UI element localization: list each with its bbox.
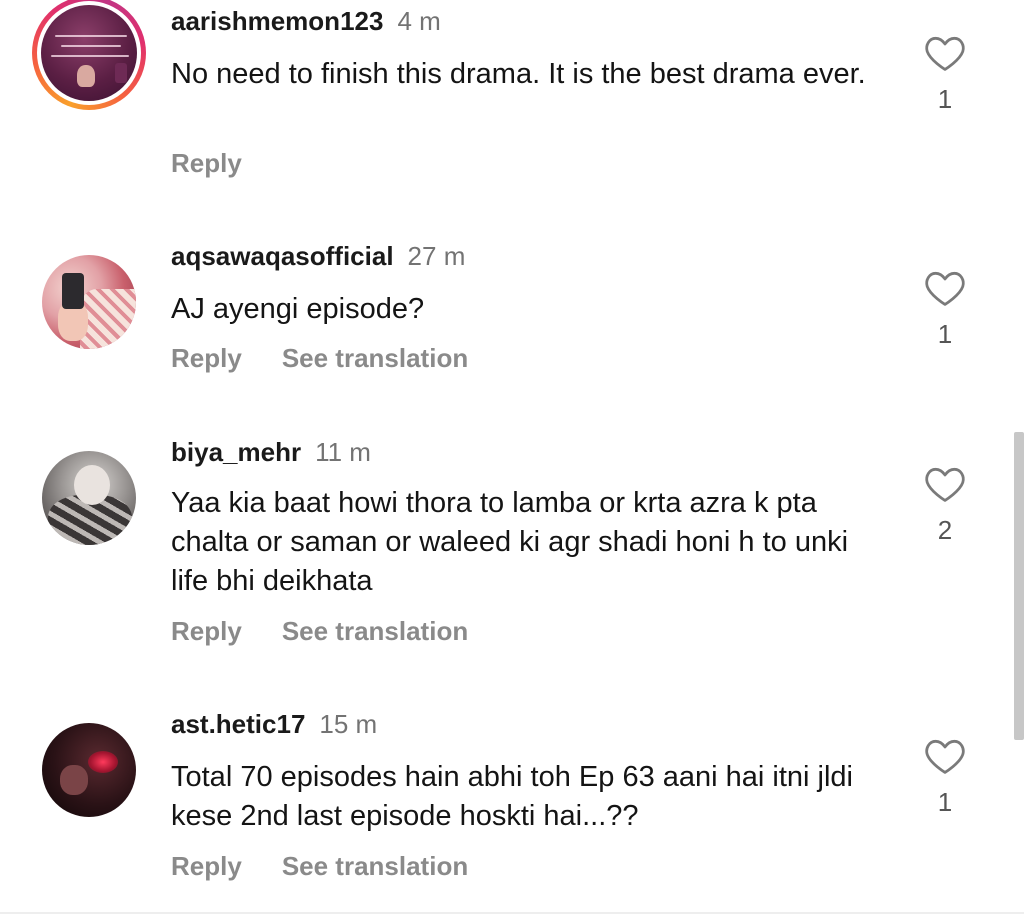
avatar-text-line — [61, 45, 121, 47]
comment-item: ast.hetic17 15 m Total 70 episodes hain a… — [0, 703, 1010, 903]
comment-actions: Reply See translation — [171, 343, 468, 374]
avatar-hand — [60, 765, 88, 795]
like-count: 1 — [937, 84, 953, 114]
comment-username[interactable]: aarishmemon123 4 m — [171, 6, 441, 37]
bottom-divider — [0, 912, 1024, 914]
comment-text: No need to finish this drama. It is the … — [171, 58, 866, 90]
avatar-text-line — [51, 55, 129, 57]
username-text[interactable]: aqsawaqasofficial — [171, 241, 394, 271]
comment-username[interactable]: ast.hetic17 15 m — [171, 709, 377, 740]
avatar[interactable] — [42, 723, 136, 817]
like-control: 1 — [920, 34, 970, 115]
avatar[interactable] — [42, 451, 136, 545]
username-text[interactable]: ast.hetic17 — [171, 709, 305, 739]
avatar-hands — [77, 65, 95, 87]
comment-actions: Reply — [171, 148, 242, 179]
comment-item: aqsawaqasofficial 27 m AJ ayengi episode?… — [0, 235, 1010, 415]
like-count: 1 — [937, 319, 953, 349]
comment-username[interactable]: aqsawaqasofficial 27 m — [171, 241, 465, 272]
username-text[interactable]: aarishmemon123 — [171, 6, 383, 36]
avatar — [41, 5, 137, 101]
reply-button[interactable]: Reply — [171, 851, 242, 881]
avatar-shape — [115, 63, 127, 83]
comment-item: aarishmemon123 4 m No need to finish this… — [0, 0, 1010, 215]
heart-outline-icon[interactable] — [924, 465, 966, 503]
comment-time: 11 m — [315, 437, 371, 467]
avatar-phone — [62, 273, 84, 309]
comment-username[interactable]: biya_mehr 11 m — [171, 437, 371, 468]
reply-button[interactable]: Reply — [171, 616, 242, 646]
heart-outline-icon[interactable] — [924, 269, 966, 307]
see-translation-button[interactable]: See translation — [282, 343, 468, 373]
comment-item: biya_mehr 11 m Yaa kia baat howi thora to… — [0, 431, 1010, 681]
heart-outline-icon[interactable] — [924, 737, 966, 775]
see-translation-button[interactable]: See translation — [282, 616, 468, 646]
comment-time: 27 m — [407, 241, 466, 271]
comment-actions: Reply See translation — [171, 851, 468, 882]
comment-text: Yaa kia baat howi thora to lamba or krta… — [171, 487, 849, 597]
see-translation-button[interactable]: See translation — [282, 851, 468, 881]
heart-outline-icon[interactable] — [924, 34, 966, 72]
like-control: 2 — [920, 465, 970, 546]
avatar-dress — [80, 289, 136, 349]
username-text[interactable]: biya_mehr — [171, 437, 301, 467]
reply-button[interactable]: Reply — [171, 343, 242, 373]
avatar-story-ring[interactable] — [32, 0, 146, 110]
avatar-ring-gap — [37, 1, 141, 105]
comment-time: 4 m — [397, 6, 441, 36]
like-count: 2 — [937, 515, 953, 545]
like-control: 1 — [920, 737, 970, 818]
like-count: 1 — [937, 787, 953, 817]
comment-time: 15 m — [319, 709, 378, 739]
avatar[interactable] — [42, 255, 136, 349]
like-control: 1 — [920, 269, 970, 350]
reply-button[interactable]: Reply — [171, 148, 242, 178]
scrollbar-thumb[interactable] — [1014, 432, 1024, 740]
avatar-face — [74, 465, 110, 505]
avatar-text-line — [55, 35, 127, 37]
comment-actions: Reply See translation — [171, 616, 468, 647]
avatar-glow — [88, 751, 118, 773]
comment-text: AJ ayengi episode? — [171, 293, 425, 325]
comment-text: Total 70 episodes hain abhi toh Ep 63 aa… — [171, 761, 853, 832]
